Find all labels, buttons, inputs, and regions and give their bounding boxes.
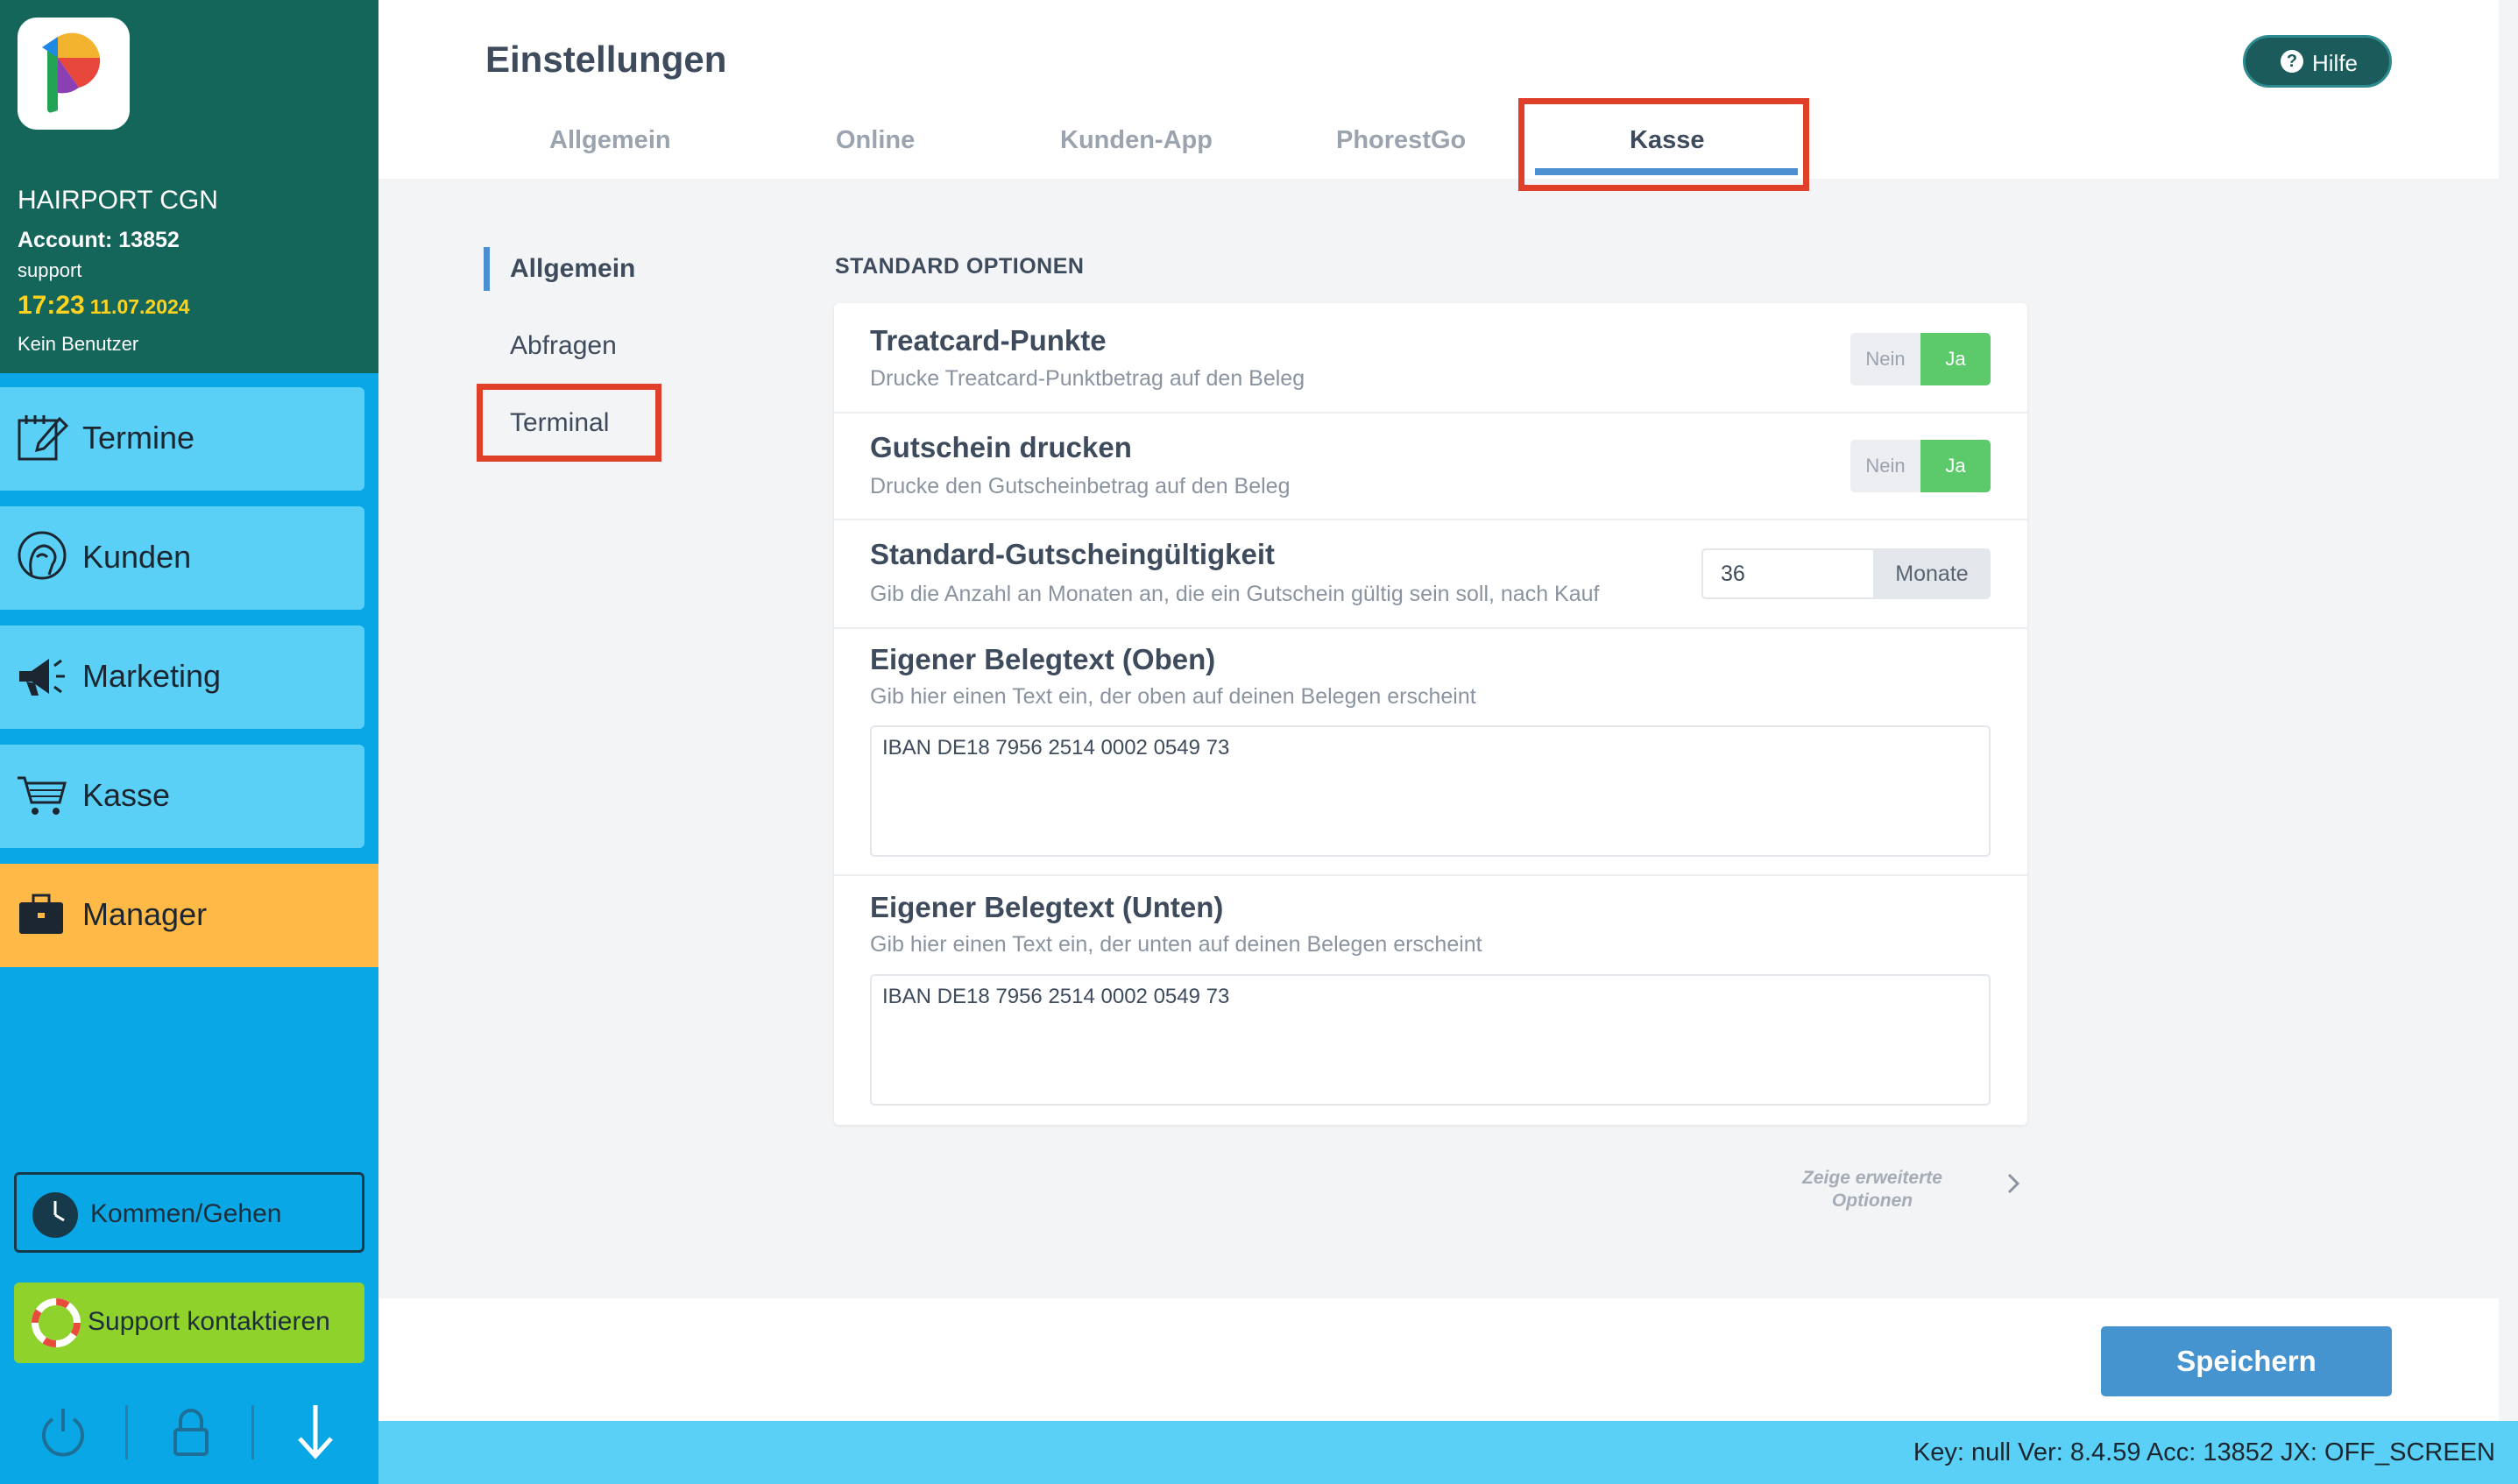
row-divider — [834, 874, 2027, 876]
highlight-box-kasse — [1518, 98, 1809, 191]
customer-head-icon — [18, 531, 67, 580]
nav-label-manager: Manager — [82, 896, 208, 932]
divider — [251, 1405, 254, 1459]
kommen-gehen-button[interactable]: Kommen/Gehen — [14, 1172, 364, 1253]
phorest-logo — [18, 18, 130, 130]
toggle-yes[interactable]: Ja — [1920, 440, 1991, 492]
nav-marketing[interactable]: Marketing — [0, 625, 364, 729]
support-label: Support kontaktieren — [88, 1307, 330, 1336]
clock-date: 11.07.2024 — [89, 295, 190, 318]
tab-kunden-app[interactable]: Kunden-App — [1060, 126, 1213, 155]
kommen-gehen-label: Kommen/Gehen — [90, 1199, 282, 1228]
company-name: HAIRPORT CGN — [18, 186, 218, 215]
nav-label-termine: Termine — [82, 420, 195, 456]
row-divider — [834, 412, 2027, 413]
toggle-treatcard[interactable]: Nein Ja — [1850, 333, 1991, 385]
calendar-edit-icon — [18, 415, 69, 461]
row-divider — [834, 519, 2027, 520]
option-title-treatcard: Treatcard-Punkte — [870, 324, 1107, 357]
megaphone-icon — [19, 659, 65, 696]
option-desc-treatcard: Drucke Treatcard-Punktbetrag auf den Bel… — [870, 366, 1305, 391]
account-panel: HAIRPORT CGN Account: 13852 support 17:2… — [0, 0, 378, 373]
tab-online[interactable]: Online — [836, 126, 915, 155]
subnav-active-indicator — [484, 247, 490, 291]
toggle-yes[interactable]: Ja — [1920, 333, 1991, 385]
tab-phorestgo[interactable]: PhorestGo — [1336, 126, 1466, 155]
status-bar: Key: null Ver: 8.4.59 Acc: 13852 JX: OFF… — [378, 1421, 2518, 1484]
nav-label-marketing: Marketing — [82, 658, 222, 694]
toggle-gutschein[interactable]: Nein Ja — [1850, 440, 1991, 492]
option-desc-belegtext-unten: Gib hier einen Text ein, der unten auf d… — [870, 932, 1482, 957]
option-title-belegtext-oben: Eigener Belegtext (Oben) — [870, 643, 1216, 675]
subnav-abfragen[interactable]: Abfragen — [510, 331, 617, 361]
account-number: Account: 13852 — [18, 228, 180, 252]
briefcase-icon — [19, 894, 63, 934]
tab-allgemein[interactable]: Allgemein — [549, 126, 671, 155]
lifebuoy-icon — [32, 1298, 81, 1347]
nav-manager[interactable]: Manager — [0, 864, 378, 967]
save-button[interactable]: Speichern — [2101, 1326, 2392, 1396]
clock: 17:23 11.07.2024 — [18, 291, 190, 321]
belegtext-unten-textarea[interactable]: IBAN DE18 7956 2514 0002 0549 73 — [870, 974, 1991, 1106]
sidebar: HAIRPORT CGN Account: 13852 support 17:2… — [0, 0, 378, 1484]
power-icon[interactable] — [35, 1400, 91, 1463]
cart-icon — [18, 776, 67, 815]
option-title-gutscheingueltigkeit: Standard-Gutscheingültigkeit — [870, 538, 1276, 570]
help-icon: ? — [2281, 50, 2303, 73]
help-button[interactable]: ? Hilfe — [2243, 35, 2392, 88]
current-staff: Kein Benutzer — [18, 333, 139, 355]
more-options-link[interactable]: Zeige erweiterte Optionen — [1779, 1167, 1966, 1212]
divider — [125, 1405, 128, 1459]
option-desc-gutschein: Drucke den Gutscheinbetrag auf den Beleg — [870, 474, 1291, 498]
nav-kunden[interactable]: Kunden — [0, 506, 364, 610]
subnav-allgemein[interactable]: Allgemein — [510, 254, 635, 284]
section-title: STANDARD OPTIONEN — [835, 254, 1085, 279]
status-text: Key: null Ver: 8.4.59 Acc: 13852 JX: OFF… — [1913, 1438, 2495, 1466]
belegtext-oben-textarea[interactable]: IBAN DE18 7956 2514 0002 0549 73 — [870, 725, 1991, 857]
page-title: Einstellungen — [485, 39, 727, 80]
right-edge — [2499, 0, 2518, 1421]
toggle-no[interactable]: Nein — [1850, 333, 1920, 385]
option-title-gutschein: Gutschein drucken — [870, 431, 1132, 463]
months-unit: Monate — [1873, 548, 1991, 599]
option-desc-gutscheingueltigkeit: Gib die Anzahl an Monaten an, die ein Gu… — [870, 582, 1600, 606]
help-label: Hilfe — [2312, 50, 2359, 76]
option-desc-belegtext-oben: Gib hier einen Text ein, der oben auf de… — [870, 684, 1476, 709]
nav-termine[interactable]: Termine — [0, 387, 364, 491]
lock-icon[interactable] — [163, 1400, 219, 1463]
chevron-right-icon[interactable] — [2005, 1170, 2022, 1197]
months-input[interactable] — [1701, 548, 1873, 599]
option-title-belegtext-unten: Eigener Belegtext (Unten) — [870, 891, 1224, 923]
nav-kasse[interactable]: Kasse — [0, 745, 364, 848]
user-name: support — [18, 259, 82, 281]
row-divider — [834, 627, 2027, 629]
arrow-down-icon[interactable] — [287, 1400, 343, 1463]
highlight-box-terminal — [477, 384, 661, 462]
clock-time: 17:23 — [18, 291, 85, 320]
nav-label-kasse: Kasse — [82, 777, 171, 813]
toggle-no[interactable]: Nein — [1850, 440, 1920, 492]
clock-icon — [32, 1192, 78, 1238]
nav-label-kunden: Kunden — [82, 539, 192, 575]
support-button[interactable]: Support kontaktieren — [14, 1283, 364, 1363]
